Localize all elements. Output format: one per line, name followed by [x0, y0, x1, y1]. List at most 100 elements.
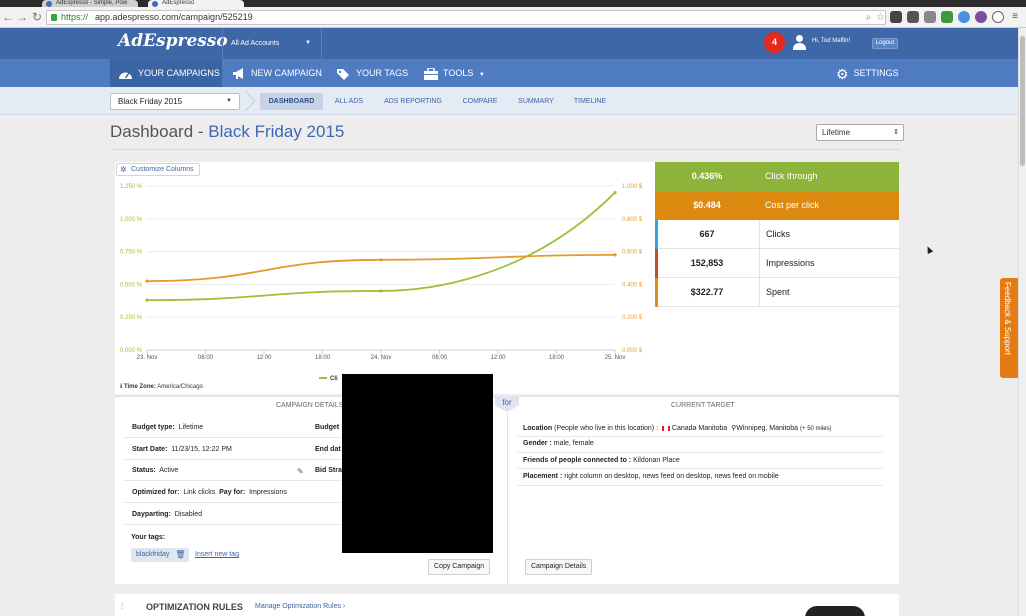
y-right-tick-label: 0.200 $ [622, 315, 643, 321]
period-selector[interactable]: Lifetime ⇕ [816, 124, 904, 141]
edit-pencil-icon[interactable]: ✎ [297, 467, 304, 476]
x-tick-label: 12:00 [490, 355, 506, 361]
tab-all-ads[interactable]: ALL ADS [330, 93, 368, 110]
metric-cost-per-click[interactable]: $0.484 Cost per click [655, 191, 899, 220]
divider [124, 502, 342, 503]
page-scrollbar[interactable] [1018, 28, 1026, 616]
lock-icon [51, 14, 57, 21]
extension-green-icon[interactable] [941, 11, 953, 23]
series-point [379, 289, 383, 293]
campaign-name: Black Friday 2015 [208, 122, 345, 141]
notification-badge[interactable]: 4 [764, 32, 785, 53]
back-icon[interactable]: ← [2, 10, 14, 24]
metric-clicks[interactable]: 667 Clicks [655, 220, 899, 249]
y-left-tick-label: 0.000 % [120, 348, 143, 354]
nav-tools[interactable]: TOOLS ▼ [424, 59, 485, 87]
tab-summary[interactable]: SUMMARY [512, 93, 560, 110]
campaign-selector[interactable]: Black Friday 2015 ▼ [110, 93, 240, 110]
gender-row: Gender : male, female [523, 440, 594, 447]
metric-spent[interactable]: $322.77 Spent [655, 278, 899, 307]
caret-down-icon: ▼ [226, 98, 232, 104]
optimized-row: Optimized for: Link clicks Pay for: Impr… [132, 489, 287, 496]
insert-tag-link[interactable]: Insert new tag [195, 551, 239, 558]
tag-chip[interactable]: blackfriday 🗑 [131, 548, 190, 562]
x-tick-label: 25. Nov [605, 355, 626, 361]
page-title: Dashboard - Black Friday 2015 [110, 122, 345, 141]
divider [517, 436, 883, 437]
series-point [145, 279, 149, 283]
metrics-background [655, 307, 899, 394]
your-tags-label: Your tags: [131, 534, 166, 541]
user-icon[interactable] [792, 35, 806, 50]
series-point [613, 253, 617, 257]
bid-strategy-label: Bid Stra [315, 467, 342, 474]
feedback-support-tab[interactable]: Feedback & Support [1000, 278, 1018, 378]
sliders-icon: ⫶ [121, 601, 124, 611]
main-nav: YOUR CAMPAIGNS NEW CAMPAIGN YOUR TAGS TO… [0, 59, 1018, 87]
y-right-tick-label: 0.800 $ [622, 217, 643, 223]
zoom-icon[interactable]: ⌕ [863, 12, 874, 23]
tab-timeline[interactable]: TIMELINE [569, 93, 611, 110]
y-right-tick-label: 0.600 $ [622, 250, 643, 256]
gear-icon: ⚙ [836, 65, 849, 82]
status-row: Status: Active [132, 467, 179, 474]
y-right-tick-label: 0.400 $ [622, 282, 643, 288]
extension-purple-icon[interactable] [975, 11, 987, 23]
y-right-tick-label: 1.000 $ [622, 184, 643, 190]
manage-optimization-rules-link[interactable]: Manage Optimization Rules › [255, 603, 345, 610]
reload-icon[interactable]: ↻ [31, 10, 43, 24]
series-point [379, 258, 383, 262]
extension-blue-icon[interactable] [958, 11, 970, 23]
tab-compare[interactable]: COMPARE [458, 93, 502, 110]
divider [517, 485, 883, 486]
nav-your-tags[interactable]: YOUR TAGS [336, 59, 408, 87]
browser-tab[interactable]: AdEspresso - Simple, Pow [42, 0, 138, 7]
info-icon[interactable] [992, 11, 1004, 23]
forward-icon[interactable]: → [16, 10, 28, 24]
extension-icon[interactable] [924, 11, 936, 23]
x-tick-label: 23. Nov [137, 355, 158, 361]
nav-new-campaign[interactable]: NEW CAMPAIGN [232, 59, 322, 87]
copy-campaign-button[interactable]: Copy Campaign [428, 559, 491, 575]
metric-impressions[interactable]: 152,853 Impressions [655, 249, 899, 278]
menu-icon[interactable]: ≡ [1009, 11, 1021, 23]
customize-columns-button[interactable]: ✲ Customize Columns [116, 163, 200, 176]
y-left-tick-label: 0.250 % [120, 315, 143, 321]
url-text: app.adespresso.com/campaign/525219 [95, 12, 253, 22]
tab-dashboard[interactable]: DASHBOARD [260, 93, 323, 110]
divider [124, 459, 342, 460]
metric-click-through[interactable]: 0.436% Click through [655, 162, 899, 191]
caret-down-icon: ▼ [478, 72, 485, 78]
divider [110, 149, 900, 150]
browser-tab-active[interactable]: AdEspresso [148, 0, 244, 7]
x-tick-label: 06:00 [432, 355, 448, 361]
y-left-tick-label: 0.500 % [120, 282, 143, 288]
y-left-tick-label: 0.750 % [120, 250, 143, 256]
tab-ads-reporting[interactable]: ADS REPORTING [380, 93, 446, 110]
series-point [145, 298, 149, 302]
x-tick-label: 18:00 [315, 355, 331, 361]
x-tick-label: 18:00 [549, 355, 565, 361]
nav-settings[interactable]: ⚙ SETTINGS [836, 59, 899, 87]
account-selector[interactable]: All Ad Accounts ▼ [222, 28, 322, 59]
extension-pocket-icon[interactable] [907, 11, 919, 23]
trash-icon[interactable]: 🗑 [175, 548, 185, 562]
campaign-details-button[interactable]: Campaign Details [525, 559, 593, 575]
user-greeting[interactable]: Hi, Tod Maffin! [812, 38, 850, 44]
logout-button[interactable]: Logout [872, 38, 898, 49]
campaign-details-header: CAMPAIGN DETAILS [276, 402, 344, 409]
x-tick-label: 06:00 [198, 355, 214, 361]
bookmark-star-icon[interactable]: ☆ [875, 12, 886, 23]
placement-row: Placement : right column on desktop, new… [523, 473, 779, 480]
sub-nav: Black Friday 2015 ▼ DASHBOARD ALL ADS AD… [0, 87, 1018, 115]
browser-tab-strip: AdEspresso - Simple, Pow AdEspresso [0, 0, 1026, 7]
timezone: ℹ Time Zone: America/Chicago [120, 384, 203, 390]
logo[interactable]: AdEspresso [118, 31, 228, 51]
address-bar[interactable]: https:// app.adespresso.com/campaign/525… [46, 10, 886, 25]
divider [124, 437, 342, 438]
location-row: Location (People who live in this locati… [523, 425, 832, 432]
scrollbar-thumb[interactable] [1020, 36, 1025, 166]
redaction-box [342, 374, 493, 553]
extension-buffer-icon[interactable] [890, 11, 902, 23]
nav-your-campaigns[interactable]: YOUR CAMPAIGNS [110, 59, 222, 87]
